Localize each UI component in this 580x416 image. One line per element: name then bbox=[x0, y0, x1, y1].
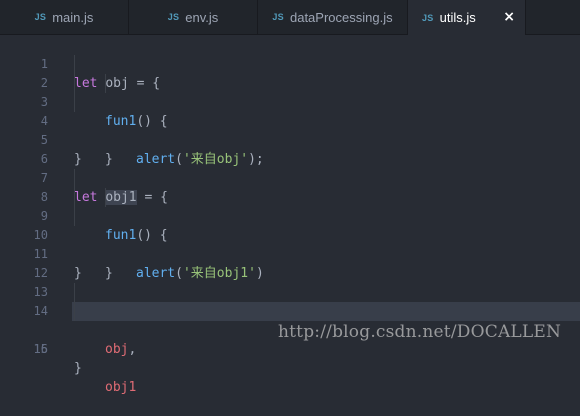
code-line: 2 fun1() { bbox=[0, 55, 580, 129]
code-line-current: 15 obj1 bbox=[0, 302, 580, 395]
js-file-icon: JS bbox=[422, 12, 434, 23]
code-line: 5 } bbox=[0, 112, 580, 167]
code-line: 8 fun1() { bbox=[0, 169, 580, 243]
indent-guide bbox=[74, 55, 75, 74]
js-file-icon: JS bbox=[167, 12, 180, 22]
code-line: 12 bbox=[0, 245, 580, 280]
indent-guide bbox=[74, 93, 75, 112]
indent-guide bbox=[74, 283, 75, 302]
js-file-icon: JS bbox=[34, 12, 47, 22]
tab-utils-js[interactable]: JS utils.js × bbox=[408, 0, 526, 35]
tab-label: main.js bbox=[52, 9, 94, 25]
code-line: 14 obj, bbox=[0, 283, 580, 357]
variable: obj1 bbox=[105, 380, 137, 395]
tab-label: env.js bbox=[185, 9, 219, 25]
code-line: 11 } bbox=[0, 226, 580, 281]
js-file-icon: JS bbox=[272, 12, 284, 22]
code-text: obj, bbox=[105, 340, 136, 359]
tab-label: utils.js bbox=[439, 10, 476, 25]
code-line: 4 } bbox=[0, 93, 580, 167]
code-line: 3 alert('来自obj'); bbox=[0, 74, 580, 167]
code-text: } bbox=[74, 359, 82, 378]
tab-bar: JS main.js JS env.js JS dataProcessing.j… bbox=[0, 0, 580, 35]
indent-guide bbox=[105, 188, 106, 207]
code-line: 13 export { bbox=[0, 264, 580, 319]
tab-dataprocessing-js[interactable]: JS dataProcessing.js bbox=[258, 0, 408, 34]
tab-main-js[interactable]: JS main.js bbox=[0, 0, 129, 34]
indent-guide bbox=[74, 302, 75, 321]
close-icon[interactable]: × bbox=[503, 9, 515, 25]
indent-guide bbox=[74, 188, 75, 207]
current-line-highlight bbox=[72, 302, 580, 321]
code-line: 6 bbox=[0, 131, 580, 166]
code-editor[interactable]: 1 let obj = { 2 fun1() { 3 alert('来自obj'… bbox=[0, 35, 580, 395]
indent-guide bbox=[74, 74, 75, 93]
punctuation: , bbox=[128, 342, 137, 357]
indent-guide bbox=[74, 207, 75, 226]
line-number: 16 bbox=[33, 342, 48, 356]
watermark: http://blog.csdn.net/DOCALLEN bbox=[278, 322, 562, 342]
code-line: 7 let obj1 = { bbox=[0, 150, 580, 205]
indent-guide bbox=[105, 74, 106, 93]
punctuation: } bbox=[74, 361, 82, 376]
tab-label: dataProcessing.js bbox=[289, 9, 393, 25]
variable: obj bbox=[105, 342, 129, 357]
code-text: obj1 bbox=[105, 378, 136, 397]
code-line: 1 let obj = { bbox=[0, 36, 580, 91]
indent-guide bbox=[74, 169, 75, 188]
tab-env-js[interactable]: JS env.js bbox=[129, 0, 258, 34]
code-line: 9 alert('来自obj1') bbox=[0, 188, 580, 281]
code-line: 10 } bbox=[0, 207, 580, 281]
